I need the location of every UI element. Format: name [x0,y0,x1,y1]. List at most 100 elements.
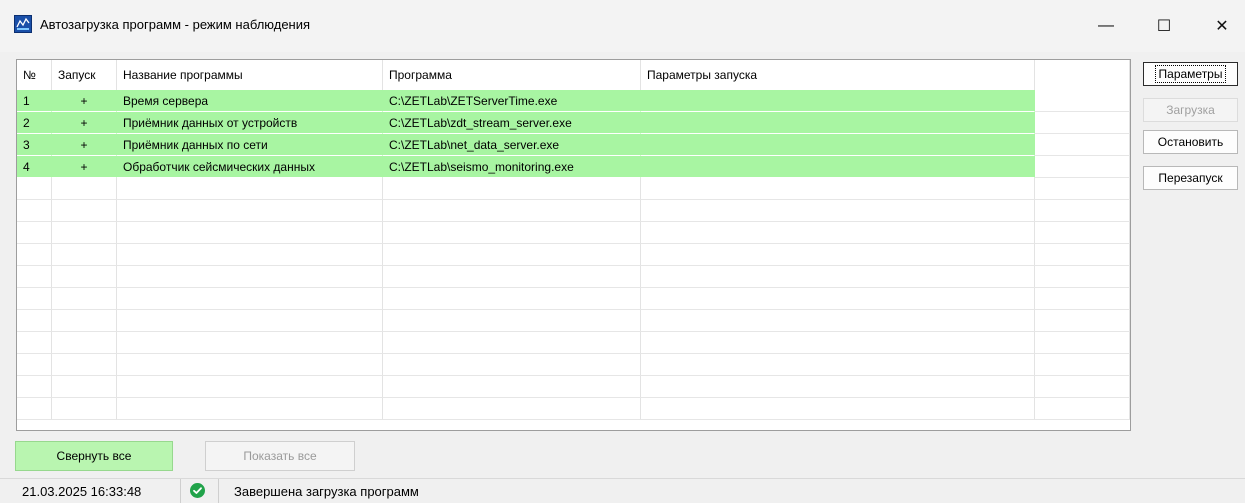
empty-table-row [17,310,1130,332]
row-program: C:\ZETLab\net_data_server.exe [383,134,641,156]
check-circle-icon [190,483,205,498]
empty-table-row [17,200,1130,222]
row-params [641,134,1035,156]
params-button-label: Параметры [1154,65,1227,83]
column-header-params[interactable]: Параметры запуска [641,60,1035,90]
empty-cell [383,288,641,310]
column-header-name[interactable]: Название программы [117,60,383,90]
empty-cell [1035,200,1130,222]
row-launch: + [52,90,117,112]
row-params [641,112,1035,134]
empty-cell [52,266,117,288]
empty-cell [641,178,1035,200]
status-datetime: 21.03.2025 16:33:48 [22,484,142,499]
empty-cell [641,398,1035,420]
empty-cell [117,200,383,222]
empty-cell [17,266,52,288]
empty-cell [52,310,117,332]
empty-cell [52,200,117,222]
row-name: Приёмник данных от устройств [117,112,383,134]
empty-cell [17,244,52,266]
empty-cell [117,354,383,376]
close-button[interactable]: ✕ [1199,0,1245,52]
programs-table[interactable]: № Запуск Название программы Программа Па… [16,59,1131,431]
empty-cell [52,354,117,376]
empty-cell [383,376,641,398]
title-bar: Автозагрузка программ - режим наблюдения… [0,0,1245,52]
row-empty-cell [1035,112,1130,134]
empty-cell [117,178,383,200]
empty-cell [641,222,1035,244]
empty-cell [641,200,1035,222]
table-row[interactable]: 3 + Приёмник данных по сети C:\ZETLab\ne… [17,134,1130,156]
stop-button[interactable]: Остановить [1143,130,1238,154]
column-header-empty [1035,60,1130,90]
empty-table-row [17,398,1130,420]
row-params [641,90,1035,112]
column-header-number[interactable]: № [17,60,52,90]
empty-cell [17,288,52,310]
empty-cell [17,310,52,332]
row-number: 2 [17,112,52,134]
row-empty-cell [1035,90,1130,112]
show-all-button[interactable]: Показать все [205,441,355,471]
row-params [641,156,1035,178]
empty-table-row [17,332,1130,354]
empty-table-row [17,178,1130,200]
empty-cell [383,178,641,200]
restart-button[interactable]: Перезапуск [1143,166,1238,190]
empty-cell [641,376,1035,398]
column-header-launch[interactable]: Запуск [52,60,117,90]
empty-cell [641,288,1035,310]
row-name: Время сервера [117,90,383,112]
empty-cell [52,222,117,244]
table-row[interactable]: 1 + Время сервера C:\ZETLab\ZETServerTim… [17,90,1130,112]
row-program: C:\ZETLab\zdt_stream_server.exe [383,112,641,134]
empty-cell [117,266,383,288]
row-program: C:\ZETLab\ZETServerTime.exe [383,90,641,112]
empty-cell [17,354,52,376]
empty-cell [117,310,383,332]
empty-cell [52,398,117,420]
empty-cell [1035,310,1130,332]
status-bar: 21.03.2025 16:33:48 Завершена загрузка п… [0,478,1245,503]
empty-table-row [17,376,1130,398]
row-launch: + [52,156,117,178]
row-number: 4 [17,156,52,178]
empty-cell [1035,354,1130,376]
empty-cell [17,398,52,420]
minimize-button[interactable]: — [1083,0,1129,52]
empty-cell [641,332,1035,354]
row-empty-cell [1035,134,1130,156]
empty-cell [117,398,383,420]
empty-cell [641,266,1035,288]
row-launch: + [52,134,117,156]
empty-cell [1035,222,1130,244]
empty-cell [1035,244,1130,266]
empty-cell [117,222,383,244]
empty-cell [17,376,52,398]
empty-cell [383,398,641,420]
load-button[interactable]: Загрузка [1143,98,1238,122]
params-button[interactable]: Параметры [1143,62,1238,86]
window-title: Автозагрузка программ - режим наблюдения [40,17,311,32]
column-header-program[interactable]: Программа [383,60,641,90]
collapse-all-button[interactable]: Свернуть все [15,441,173,471]
row-number: 3 [17,134,52,156]
empty-cell [52,178,117,200]
empty-cell [1035,376,1130,398]
empty-cell [641,244,1035,266]
empty-cell [17,222,52,244]
table-row[interactable]: 2 + Приёмник данных от устройств C:\ZETL… [17,112,1130,134]
row-number: 1 [17,90,52,112]
empty-table-row [17,354,1130,376]
table-header: № Запуск Название программы Программа Па… [17,60,1130,90]
empty-cell [52,332,117,354]
maximize-button[interactable]: ☐ [1141,0,1187,52]
empty-cell [383,354,641,376]
empty-cell [641,310,1035,332]
table-row[interactable]: 4 + Обработчик сейсмических данных C:\ZE… [17,156,1130,178]
empty-cell [52,288,117,310]
row-name: Приёмник данных по сети [117,134,383,156]
empty-cell [117,288,383,310]
